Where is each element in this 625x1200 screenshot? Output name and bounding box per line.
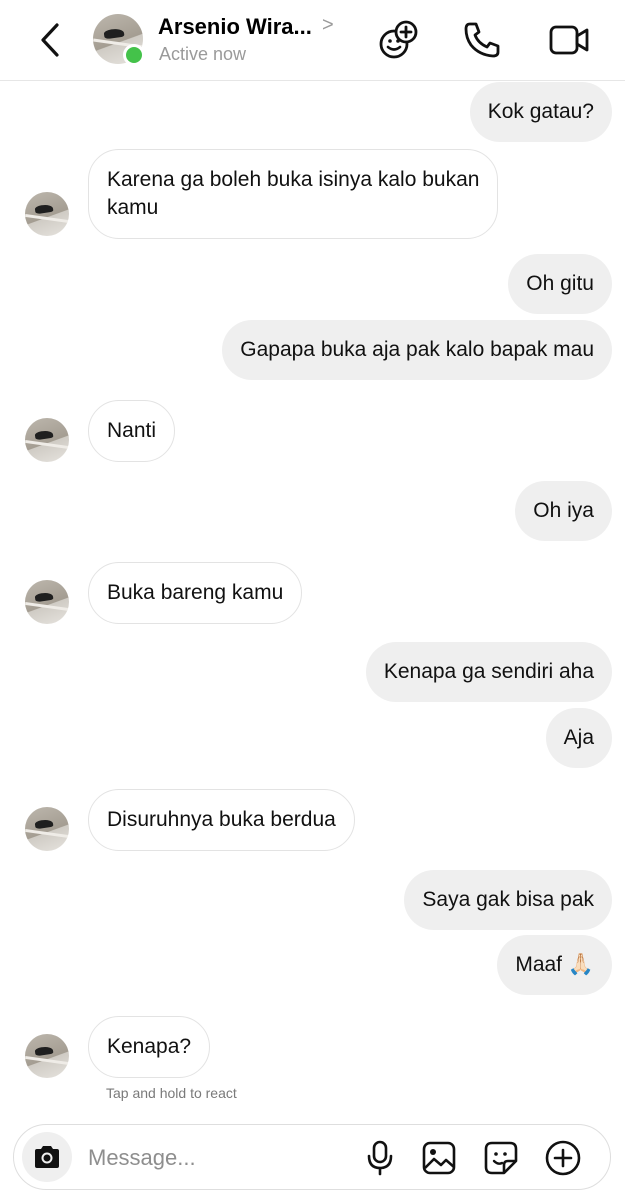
online-indicator [123,44,145,66]
contact-avatar-small[interactable] [25,580,69,624]
avatar-image [25,580,69,624]
message-bubble-sent[interactable]: Oh gitu [508,254,612,314]
voice-message-button[interactable] [360,1138,400,1178]
chat-effects-button[interactable] [374,16,422,64]
video-camera-icon [549,25,589,55]
contact-name[interactable]: Arsenio Wira... [158,14,312,40]
contact-avatar-small[interactable] [25,1034,69,1078]
camera-button[interactable] [22,1132,72,1182]
message-bubble-sent[interactable]: Maaf 🙏🏻 [497,935,612,995]
add-button[interactable] [543,1138,583,1178]
camera-icon [35,1146,59,1168]
message-bubble-received[interactable]: Karena ga boleh buka isinya kalo bukan k… [88,149,499,239]
message-bubble-received[interactable]: Buka bareng kamu [88,562,303,624]
chevron-right-icon: > [322,14,334,36]
message-bubble-sent[interactable]: Oh iya [515,481,612,541]
contact-avatar-small[interactable] [25,807,69,851]
react-hint: Tap and hold to react [106,1085,237,1101]
avatar-image [25,192,69,236]
chat-effects-icon [379,20,418,59]
video-call-button[interactable] [545,16,593,64]
add-icon [545,1140,581,1176]
back-chevron-icon [41,23,59,57]
contact-avatar-small[interactable] [25,192,69,236]
active-status: Active now [159,44,247,64]
phone-icon [464,22,500,58]
message-bubble-sent[interactable]: Kenapa ga sendiri aha [365,642,612,702]
message-composer [13,1124,611,1190]
avatar-image [25,418,69,462]
message-input[interactable] [86,1139,350,1177]
microphone-icon [367,1140,393,1176]
message-bubble-sent[interactable]: Saya gak bisa pak [404,870,612,930]
gallery-icon [422,1141,456,1175]
back-button[interactable] [34,20,66,60]
chat-header: Arsenio Wira... > Active now [0,0,625,81]
message-bubble-sent[interactable]: Gapapa buka aja pak kalo bapak mau [222,320,612,380]
sticker-icon [484,1141,518,1175]
voice-call-button[interactable] [458,16,506,64]
message-bubble-received[interactable]: Kenapa? [88,1016,211,1078]
message-bubble-sent[interactable]: Aja [545,708,612,768]
contact-avatar-small[interactable] [25,418,69,462]
message-thread: Kok gatau? Karena ga boleh buka isinya k… [0,80,625,1120]
message-bubble-sent[interactable]: Kok gatau? [469,82,612,142]
message-bubble-received[interactable]: Nanti [88,400,176,462]
avatar-image [25,1034,69,1078]
gallery-button[interactable] [419,1138,459,1178]
message-bubble-received[interactable]: Disuruhnya buka berdua [88,789,355,851]
avatar-image [25,807,69,851]
sticker-button[interactable] [481,1138,521,1178]
contact-avatar[interactable] [93,14,145,66]
